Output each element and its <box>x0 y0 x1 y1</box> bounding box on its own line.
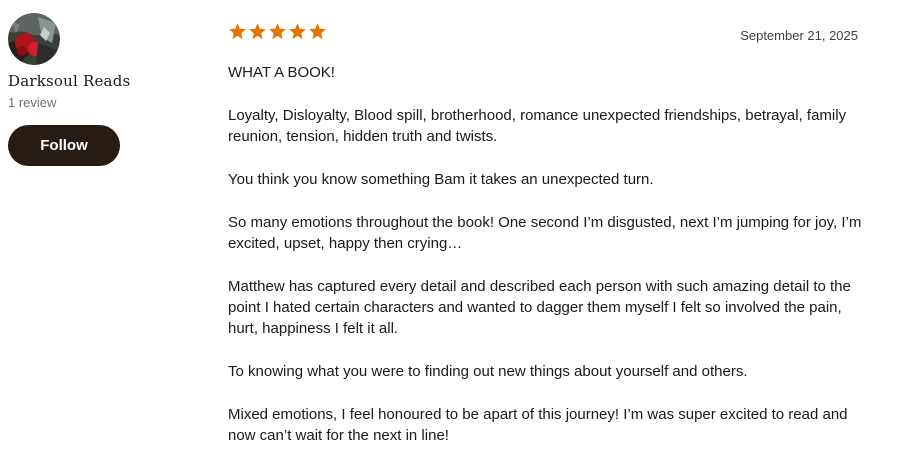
reviewer-review-count: 1 review <box>8 95 57 110</box>
reviewer-name[interactable]: Darksoul Reads <box>8 70 208 92</box>
review-paragraph: You think you know something Bam it take… <box>228 171 654 188</box>
review-date[interactable]: September 21, 2025 <box>740 28 858 43</box>
star-shape <box>309 23 326 40</box>
review-paragraph: Matthew has captured every detail and de… <box>228 278 851 337</box>
star-icon <box>249 23 266 40</box>
review-card: September 21, 2025 WHAT A BOOK! Loyalty,… <box>228 22 868 446</box>
review-paragraph: WHAT A BOOK! <box>228 64 335 81</box>
star-shape <box>249 23 266 40</box>
star-shape <box>269 23 286 40</box>
review-paragraph: So many emotions throughout the book! On… <box>228 214 862 252</box>
review-paragraph: To knowing what you were to finding out … <box>228 363 748 380</box>
review-paragraph: Loyalty, Disloyalty, Blood spill, brothe… <box>228 107 847 145</box>
review-text: WHAT A BOOK! Loyalty, Disloyalty, Blood … <box>228 62 868 446</box>
reviewer-avatar[interactable] <box>8 13 60 65</box>
review-header: September 21, 2025 <box>228 22 868 48</box>
star-icon <box>309 23 326 40</box>
reviewer-card: Darksoul Reads 1 review Follow <box>8 13 208 166</box>
star-icon <box>289 23 306 40</box>
star-icon <box>229 23 246 40</box>
follow-button[interactable]: Follow <box>8 125 120 166</box>
review-paragraph: Mixed emotions, I feel honoured to be ap… <box>228 406 848 444</box>
star-shape <box>229 23 246 40</box>
star-shape <box>289 23 306 40</box>
star-icon <box>269 23 286 40</box>
